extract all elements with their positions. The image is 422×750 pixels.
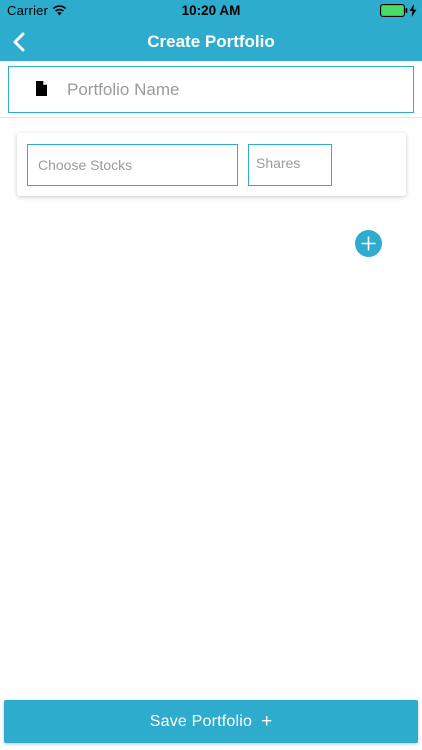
stock-row-card (17, 133, 406, 196)
divider (0, 117, 422, 118)
shares-input[interactable] (248, 144, 332, 186)
battery-icon (380, 4, 408, 17)
portfolio-name-input[interactable] (67, 68, 407, 111)
status-bar: Carrier 10:20 AM (0, 0, 422, 22)
choose-stocks-input[interactable] (27, 144, 238, 186)
plus-circle-icon (361, 236, 376, 251)
save-portfolio-button[interactable]: Save Portfolio + (4, 700, 418, 743)
create-portfolio-screen: Carrier 10:20 AM Create Portfolio Portfo… (0, 0, 422, 750)
plus-icon: + (261, 711, 273, 732)
charging-bolt-icon (409, 4, 417, 17)
app-header: Carrier 10:20 AM Create Portfolio (0, 0, 422, 61)
navigation-bar: Create Portfolio (0, 22, 422, 61)
save-portfolio-label: Save Portfolio (149, 712, 253, 730)
document-icon (36, 81, 47, 96)
add-stock-row-button[interactable] (355, 230, 382, 257)
page-title: Create Portfolio (147, 32, 275, 51)
portfolio-name-field[interactable] (8, 66, 414, 113)
status-time: 10:20 AM (181, 3, 241, 18)
